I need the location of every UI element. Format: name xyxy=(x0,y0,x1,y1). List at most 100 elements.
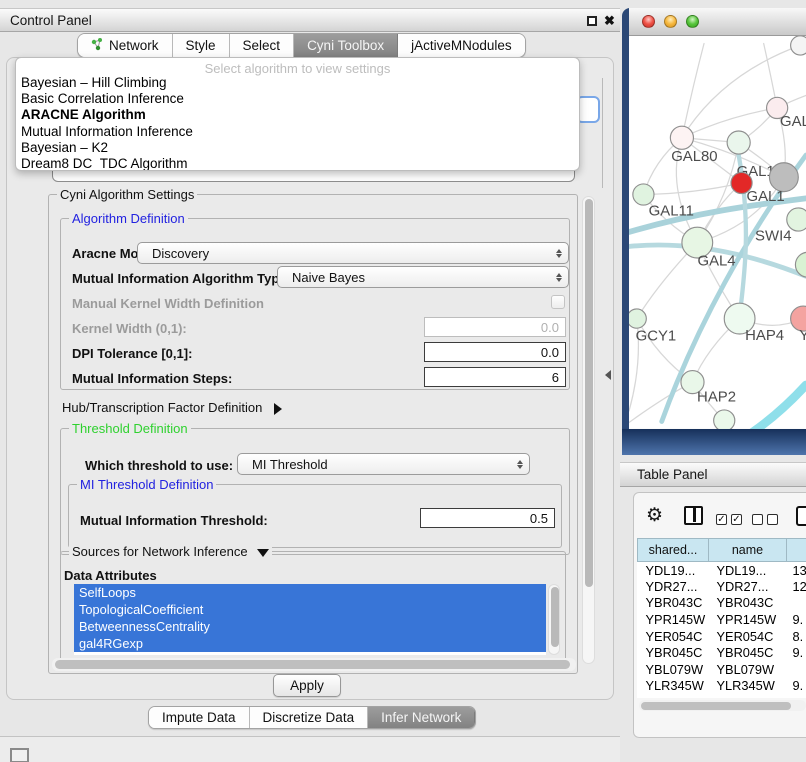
network-canvas[interactable]: GALGAL80GAL10GAL1GAL11SWI4GAL4GCY1HAP4YH… xyxy=(629,36,806,429)
table-row[interactable]: YIL052C YIL052C 9. xyxy=(638,694,806,698)
tab[interactable]: Cyni Toolbox xyxy=(294,34,398,57)
document-icon[interactable] xyxy=(796,506,806,526)
sources-group-title[interactable]: Sources for Network Inference xyxy=(69,544,272,559)
maximize-window-icon[interactable] xyxy=(686,15,699,28)
tab[interactable]: Network xyxy=(78,34,173,57)
splitter-collapse-icon[interactable] xyxy=(605,370,611,380)
application-window: Control Panel ✖ Network Style Select xyxy=(0,0,806,762)
control-panel-tabs: Network Style Select Cyni Toolbox jActiv… xyxy=(77,33,526,58)
bottom-tab[interactable]: Discretize Data xyxy=(250,707,369,728)
hub-definition-expander[interactable]: Hub/Transcription Factor Definition xyxy=(62,400,282,415)
table-row[interactable]: YER054C YER054C 8. xyxy=(638,628,806,645)
mi-steps-label: Mutual Information Steps: xyxy=(72,371,232,386)
network-node[interactable] xyxy=(629,309,646,328)
dropdown-item[interactable]: Mutual Information Inference xyxy=(16,124,579,140)
mi-algorithm-type-combobox[interactable]: Naive Bayes xyxy=(277,266,569,288)
table-row[interactable]: YLR345W YLR345W 9. xyxy=(638,678,806,695)
network-node[interactable] xyxy=(787,208,806,231)
kernel-width-field[interactable]: 0.0 xyxy=(424,317,566,337)
data-attribute-item[interactable]: TopologicalCoefficient xyxy=(74,601,546,618)
which-threshold-label: Which threshold to use: xyxy=(85,458,233,473)
network-node[interactable] xyxy=(791,36,806,55)
network-node-label: GAL1 xyxy=(747,189,785,205)
close-window-icon[interactable] xyxy=(642,15,655,28)
data-attributes-list: SelfLoopsTopologicalCoefficientBetweenne… xyxy=(74,584,546,655)
data-attribute-item[interactable]: SelfLoops xyxy=(74,584,546,601)
dock-panel-icon[interactable] xyxy=(10,748,29,762)
bottom-tab[interactable]: Infer Network xyxy=(368,707,475,728)
network-window-titlebar[interactable] xyxy=(629,8,806,36)
mi-steps-field[interactable]: 6 xyxy=(424,367,566,387)
which-threshold-combobox[interactable]: MI Threshold xyxy=(237,453,530,475)
network-edge[interactable] xyxy=(735,385,806,429)
tab[interactable]: jActiveMNodules xyxy=(398,34,525,57)
dropdown-item[interactable]: Dream8 DC_TDC Algorithm xyxy=(16,156,579,171)
dropdown-item[interactable]: Bayesian – K2 xyxy=(16,140,579,156)
data-attribute-item[interactable]: BetweennessCentrality xyxy=(74,618,546,635)
table-row[interactable]: YDR27... YDR27... 12 xyxy=(638,578,806,595)
column-header[interactable]: shared... xyxy=(638,539,709,562)
table-panel-title: Table Panel xyxy=(620,467,708,482)
data-attribute-item[interactable]: gal4RGexp xyxy=(74,635,546,652)
network-node-label: SWI4 xyxy=(755,229,791,245)
select-all-checkboxes-icon[interactable]: ✓✓ xyxy=(716,511,746,526)
table-horizontal-scrollbar[interactable] xyxy=(639,700,806,711)
columns-icon[interactable] xyxy=(684,506,703,525)
bottom-tab-label: Impute Data xyxy=(162,710,236,725)
table-row[interactable]: YDL19... YDL19... 13 xyxy=(638,562,806,579)
bottom-tab-label: Infer Network xyxy=(381,710,461,725)
status-strip xyxy=(0,737,620,762)
network-node[interactable] xyxy=(714,410,735,429)
settings-hscrollbar-thumb[interactable] xyxy=(55,660,570,669)
settings-group-title: Cyni Algorithm Settings xyxy=(57,187,197,202)
gear-icon[interactable]: ⚙ xyxy=(646,506,663,525)
manual-kernel-width-checkbox[interactable] xyxy=(551,295,565,309)
table-row[interactable]: YPR145W YPR145W 9. xyxy=(638,611,806,628)
minimize-window-icon[interactable] xyxy=(664,15,677,28)
tab-label: Style xyxy=(186,38,216,53)
network-node[interactable] xyxy=(769,163,798,192)
combo-arrows-icon xyxy=(550,273,568,282)
table-row[interactable]: YBR043C YBR043C xyxy=(638,595,806,612)
column-header[interactable]: name xyxy=(709,539,787,562)
settings-vertical-scrollbar[interactable] xyxy=(582,196,595,664)
mi-threshold-field[interactable]: 0.5 xyxy=(420,508,555,528)
mi-threshold-definition-title: MI Threshold Definition xyxy=(77,477,216,492)
network-node-label: GAL xyxy=(780,114,806,130)
dropdown-item[interactable]: ARACNE Algorithm xyxy=(16,107,579,123)
attributes-scrollbar-thumb[interactable] xyxy=(551,587,559,647)
aracne-mode-combobox[interactable]: Discovery xyxy=(137,242,569,264)
column-header[interactable] xyxy=(787,539,806,562)
network-node[interactable] xyxy=(633,184,654,205)
combo-arrows-icon xyxy=(511,460,529,469)
dropdown-item[interactable]: Basic Correlation Inference xyxy=(16,91,579,107)
tab[interactable]: Select xyxy=(230,34,295,57)
dropdown-item[interactable]: Bayesian – Hill Climbing xyxy=(16,75,579,91)
network-icon xyxy=(91,38,104,54)
tab[interactable]: Style xyxy=(173,34,230,57)
mi-threshold-label: Mutual Information Threshold: xyxy=(80,513,268,528)
close-panel-icon[interactable]: ✖ xyxy=(604,16,615,26)
settings-horizontal-scrollbar[interactable] xyxy=(52,658,576,671)
table-hscrollbar-thumb[interactable] xyxy=(641,702,791,710)
expander-expanded-icon xyxy=(257,549,269,557)
control-panel-title: Control Panel xyxy=(0,13,92,28)
network-node-label: GAL11 xyxy=(649,204,694,220)
table-row[interactable]: YBR045C YBR045C 9. xyxy=(638,644,806,661)
deselect-all-checkboxes-icon[interactable] xyxy=(752,511,782,526)
dpi-tolerance-field[interactable]: 0.0 xyxy=(424,342,566,362)
bottom-tab[interactable]: Impute Data xyxy=(149,707,250,728)
network-edge[interactable] xyxy=(682,43,704,137)
float-panel-icon[interactable] xyxy=(587,16,597,26)
mi-algorithm-type-value: Naive Bayes xyxy=(278,270,550,285)
network-node[interactable] xyxy=(670,126,693,149)
table-row[interactable]: YBL079W YBL079W xyxy=(638,661,806,678)
settings-scrollbar-thumb[interactable] xyxy=(585,199,593,587)
network-node[interactable] xyxy=(727,131,750,154)
hub-definition-label: Hub/Transcription Factor Definition xyxy=(62,400,262,415)
attributes-scrollbar[interactable] xyxy=(548,584,560,655)
sources-title-text: Sources for Network Inference xyxy=(72,544,248,559)
dropdown-items: Bayesian – Hill ClimbingBasic Correlatio… xyxy=(16,75,579,171)
apply-button[interactable]: Apply xyxy=(273,674,341,697)
network-node-label: Y xyxy=(799,328,806,344)
